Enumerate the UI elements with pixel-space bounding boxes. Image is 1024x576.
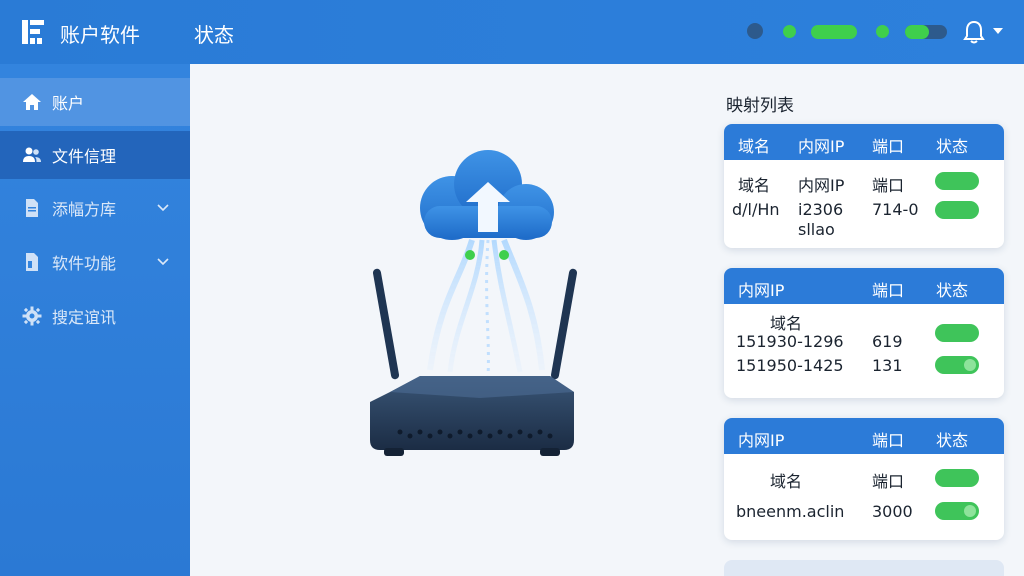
column-header: 域名 xyxy=(738,137,771,156)
column-header: 端口 xyxy=(872,431,905,450)
status-toggle[interactable] xyxy=(935,356,979,374)
table-cell: 域名 xyxy=(770,472,803,491)
chevron-down-icon[interactable] xyxy=(992,26,1004,36)
home-icon xyxy=(23,94,41,110)
table-cell: bneenm.aclin xyxy=(736,502,845,521)
card-header: 域名 内网IP 端口 状态 xyxy=(724,124,1004,160)
status-bar-green xyxy=(811,25,857,39)
table-cell: 端口 xyxy=(872,472,905,491)
router-icon xyxy=(370,376,574,456)
card-header: 内网IP 端口 状态 xyxy=(724,268,1004,304)
sidebar-item-settings[interactable]: 搜定谊讯 xyxy=(0,292,190,340)
document-icon xyxy=(26,253,38,271)
sidebar-item-software-features[interactable]: 软件功能 xyxy=(0,238,190,286)
page-title: 状态 xyxy=(194,23,234,47)
column-header: 状态 xyxy=(936,281,969,300)
mapping-list-title: 映射列表 xyxy=(726,96,794,116)
data-stream xyxy=(427,238,545,377)
status-toggle[interactable] xyxy=(935,201,979,219)
sidebar-item-plans[interactable]: 添幅方库 xyxy=(0,184,190,232)
column-header: 内网IP xyxy=(738,281,785,300)
status-dot-dark xyxy=(747,23,763,39)
status-toggle[interactable] xyxy=(935,324,979,342)
document-icon xyxy=(26,199,38,217)
table-cell: 3000 xyxy=(872,502,913,521)
table-cell: 内网IP xyxy=(798,176,845,195)
column-header: 端口 xyxy=(872,137,905,156)
table-cell: 619 xyxy=(872,332,903,351)
table-cell: i2306 xyxy=(798,200,844,219)
router-cloud-illustration xyxy=(370,150,578,456)
table-cell: 131 xyxy=(872,356,903,375)
column-header: 内网IP xyxy=(738,431,785,450)
status-toggle[interactable] xyxy=(935,502,979,520)
mapping-card: 内网IP 端口 状态 域名 端口 bneenm.aclin 3000 xyxy=(724,418,1004,540)
sidebar-item-label: 文件信理 xyxy=(52,147,117,166)
table-cell: 714-0 xyxy=(872,200,919,219)
mapping-card: 域名 内网IP 端口 状态 域名 内网IP 端口 d/l/Hn i2306 71… xyxy=(724,124,1004,248)
sidebar-item-label: 添幅方库 xyxy=(52,200,117,219)
column-header: 内网IP xyxy=(798,137,845,156)
sidebar-item-label: 软件功能 xyxy=(52,254,117,273)
table-cell: 端口 xyxy=(872,176,905,195)
column-header: 状态 xyxy=(936,431,969,450)
column-header: 状态 xyxy=(936,137,969,156)
logo-icon xyxy=(22,20,44,44)
table-cell: sllao xyxy=(798,220,835,239)
app-title: 账户软件 xyxy=(60,23,140,47)
mapping-card-partial xyxy=(724,560,1004,576)
users-icon xyxy=(23,147,41,162)
card-header: 内网IP 端口 状态 xyxy=(724,418,1004,454)
sidebar-item-file-management[interactable]: 文件信理 xyxy=(0,131,190,179)
table-cell: 151950-1425 xyxy=(736,356,844,375)
sidebar-item-label: 账户 xyxy=(52,94,85,113)
table-cell: d/l/Hn xyxy=(732,200,780,219)
column-header: 端口 xyxy=(872,281,905,300)
chevron-down-icon xyxy=(157,258,169,266)
status-dot-green xyxy=(876,25,889,38)
sidebar-item-label: 搜定谊讯 xyxy=(52,308,117,327)
table-cell: 域名 xyxy=(738,176,771,195)
table-cell: 域名 xyxy=(770,314,803,333)
bell-icon[interactable] xyxy=(963,20,985,44)
gear-icon xyxy=(22,306,42,326)
sidebar: 账户 文件信理 添幅方库 软件功能 搜定谊讯 xyxy=(0,64,190,576)
chevron-down-icon xyxy=(157,204,169,212)
status-toggle[interactable] xyxy=(935,172,979,190)
mapping-card: 内网IP 端口 状态 域名 151930-1296 619 151950-142… xyxy=(724,268,1004,398)
table-cell: 151930-1296 xyxy=(736,332,844,351)
status-toggle[interactable] xyxy=(935,469,979,487)
status-toggle[interactable] xyxy=(905,25,947,39)
top-bar: 账户软件 状态 xyxy=(0,0,1024,64)
status-dot-green xyxy=(783,25,796,38)
sidebar-item-account[interactable]: 账户 xyxy=(0,78,190,126)
cloud-icon xyxy=(420,150,554,240)
